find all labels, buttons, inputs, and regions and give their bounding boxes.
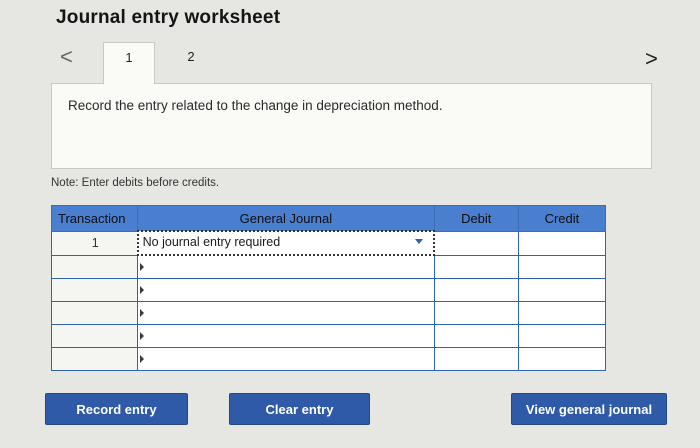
clear-entry-button[interactable]: Clear entry bbox=[229, 393, 370, 425]
table-row bbox=[50, 254, 607, 279]
account-select[interactable] bbox=[137, 324, 435, 348]
tab-1[interactable]: 1 bbox=[103, 42, 155, 84]
account-select[interactable] bbox=[137, 347, 435, 371]
debit-input[interactable] bbox=[433, 301, 519, 325]
transaction-cell bbox=[50, 347, 139, 371]
row-marker-icon bbox=[140, 332, 145, 340]
row-marker-icon bbox=[140, 355, 145, 363]
account-select[interactable] bbox=[137, 278, 435, 302]
transaction-cell bbox=[50, 278, 139, 302]
page-title: Journal entry worksheet bbox=[56, 7, 281, 28]
journal-table: Transaction General Journal Debit Credit… bbox=[50, 205, 607, 371]
header-transaction: Transaction bbox=[50, 205, 139, 232]
debit-input[interactable] bbox=[433, 254, 519, 279]
credit-input[interactable] bbox=[517, 347, 607, 371]
table-header-row: Transaction General Journal Debit Credit bbox=[50, 205, 607, 232]
row-marker-icon bbox=[140, 263, 145, 271]
debit-input[interactable] bbox=[433, 347, 519, 371]
credit-input[interactable] bbox=[517, 278, 607, 302]
table-row bbox=[50, 278, 607, 302]
account-select[interactable] bbox=[137, 301, 435, 325]
account-select[interactable]: No journal entry required bbox=[136, 230, 436, 256]
instruction-panel: Record the entry related to the change i… bbox=[51, 83, 652, 169]
account-select-value: No journal entry required bbox=[142, 235, 281, 249]
tab-2[interactable]: 2 bbox=[165, 42, 217, 84]
credit-input[interactable] bbox=[517, 301, 607, 325]
transaction-cell bbox=[50, 301, 139, 325]
header-debit: Debit bbox=[433, 205, 519, 232]
view-general-journal-button[interactable]: View general journal bbox=[511, 393, 667, 425]
record-entry-button[interactable]: Record entry bbox=[45, 393, 188, 425]
credit-input[interactable] bbox=[517, 324, 607, 348]
instruction-text: Record the entry related to the change i… bbox=[68, 98, 443, 113]
account-select[interactable] bbox=[137, 254, 435, 279]
debit-input[interactable] bbox=[433, 278, 519, 302]
note-text: Note: Enter debits before credits. bbox=[51, 177, 220, 189]
header-general-journal: General Journal bbox=[137, 205, 435, 232]
row-marker-icon bbox=[140, 309, 145, 317]
transaction-cell: 1 bbox=[50, 230, 139, 256]
debit-input[interactable] bbox=[433, 230, 519, 256]
debit-input[interactable] bbox=[433, 324, 519, 348]
table-row bbox=[50, 347, 607, 371]
transaction-cell bbox=[50, 254, 139, 279]
previous-arrow-icon[interactable]: < bbox=[60, 46, 73, 68]
transaction-cell bbox=[50, 324, 139, 348]
next-arrow-icon[interactable]: > bbox=[645, 48, 658, 70]
table-row: 1 No journal entry required bbox=[50, 230, 607, 256]
table-row bbox=[50, 324, 607, 348]
row-marker-icon bbox=[140, 286, 145, 294]
header-credit: Credit bbox=[517, 205, 607, 232]
chevron-down-icon[interactable] bbox=[415, 239, 424, 244]
credit-input[interactable] bbox=[517, 254, 607, 279]
table-row bbox=[50, 301, 607, 325]
credit-input[interactable] bbox=[517, 230, 607, 256]
